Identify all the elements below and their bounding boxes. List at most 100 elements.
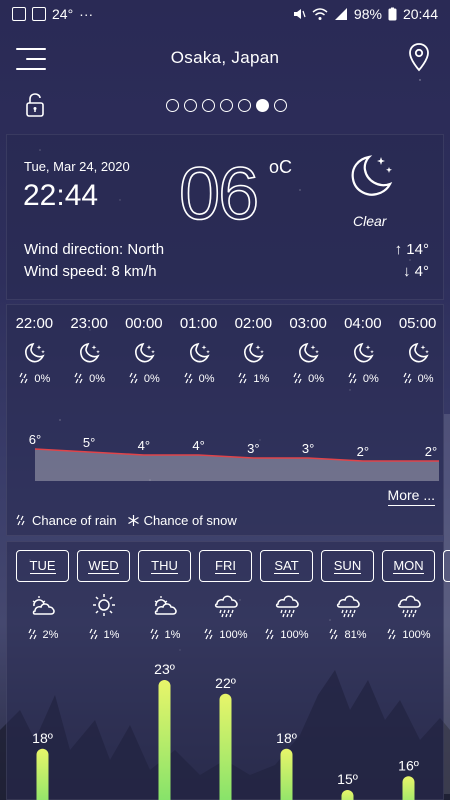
moon-stars-icon <box>134 342 155 363</box>
moon-stars-icon <box>25 342 46 363</box>
rain-cloud-icon <box>275 595 299 618</box>
page-dot[interactable] <box>256 99 269 112</box>
daily-icons-row: 2% 1% 1% 100% 100% 81% 100% <box>16 592 435 641</box>
page-dot[interactable] <box>274 99 287 112</box>
high-temp-label: 15º <box>337 771 358 787</box>
daily-item: 2% <box>16 592 69 641</box>
app-notification-icon <box>32 7 46 21</box>
daily-forecast-card[interactable]: TUE WED THU FRI SAT SUN MON 2% 1% 1% 100% 100% 81% 1… <box>6 541 450 800</box>
hour-temp-label: 6° <box>29 433 41 447</box>
day-rain-chance: 100% <box>386 628 431 641</box>
sun-icon <box>92 594 115 616</box>
day-tab-label: SAT <box>274 557 299 574</box>
rain-percent: 100% <box>280 628 309 641</box>
day-tab-label: THU <box>151 557 178 574</box>
rain-cloud-icon <box>397 595 421 618</box>
day-tab-thu[interactable]: THU <box>138 550 191 582</box>
day-tab-sun[interactable]: SUN <box>321 550 374 582</box>
location-title[interactable]: Osaka, Japan <box>0 48 450 68</box>
rain-percent: 1% <box>164 628 181 641</box>
page-dot[interactable] <box>220 99 233 112</box>
hour-temp-label: 4° <box>138 438 150 453</box>
day-tab-tue[interactable]: TUE <box>16 550 69 582</box>
low-temperature: ↓ 4° <box>402 263 429 280</box>
hour-rain-chance: 0% <box>292 372 324 385</box>
hour-time: 22:00 <box>15 315 54 332</box>
day-tab-label: MON <box>393 557 424 574</box>
signal-icon <box>334 8 347 20</box>
hour-time: 05:00 <box>398 315 437 332</box>
rain-percent: 0% <box>143 372 160 385</box>
high-temp-bar <box>219 693 232 800</box>
legend-snow: Chance of snow <box>127 513 237 528</box>
raindrops-icon <box>16 514 25 526</box>
day-rain-chance: 100% <box>203 628 248 641</box>
page-dot[interactable] <box>166 99 179 112</box>
wifi-icon <box>312 8 328 20</box>
battery-percent: 98% <box>353 6 382 22</box>
day-tab-label: WED <box>88 557 119 574</box>
daily-item: 81% <box>321 592 374 641</box>
rain-cloud-icon <box>336 595 360 618</box>
location-page-indicator[interactable] <box>166 99 287 112</box>
hour-temp-label: 3° <box>247 441 259 456</box>
rain-percent: 0% <box>362 372 379 385</box>
more-button[interactable]: More ... <box>387 487 435 506</box>
raindrops-icon <box>19 372 28 384</box>
day-rain-chance: 81% <box>328 628 367 641</box>
raindrops-icon <box>129 372 138 384</box>
daily-item: 1% <box>138 592 191 641</box>
legend-rain: Chance of rain <box>15 513 117 528</box>
rain-percent: 100% <box>219 628 248 641</box>
hour-rain-chance: 0% <box>183 372 215 385</box>
hour-rain-chance: 0% <box>402 372 434 385</box>
hour-rain-chance: 0% <box>18 372 50 385</box>
page-dot[interactable] <box>184 99 197 112</box>
high-temp-label: 22º <box>215 675 236 691</box>
hourly-item: 04:00 0% <box>336 315 391 385</box>
daily-item: 100% <box>260 592 313 641</box>
legend-snow-label: Chance of snow <box>143 513 237 528</box>
day-tab-fri[interactable]: FRI <box>199 550 252 582</box>
status-temp: 24° <box>52 6 74 22</box>
day-tab-mon[interactable]: MON <box>382 550 435 582</box>
raindrops-icon <box>89 628 98 640</box>
hourly-forecast-card[interactable]: 22:00 0% 23:00 0% 00:00 0% 01:00 0% 02:00 1% 03:00… <box>6 304 444 536</box>
hour-rain-chance: 0% <box>347 372 379 385</box>
day-rain-chance: 1% <box>149 628 181 641</box>
moon-stars-icon <box>299 342 319 363</box>
mute-icon <box>293 9 306 19</box>
wind-direction: Wind direction: North <box>24 241 165 258</box>
daily-item: 100% <box>382 592 435 641</box>
status-more-dots: ··· <box>79 6 94 22</box>
page-dot[interactable] <box>238 99 251 112</box>
hour-rain-chance: 1% <box>237 372 269 385</box>
raindrops-icon <box>329 628 339 640</box>
unlock-icon[interactable] <box>24 92 46 118</box>
high-temperature: ↑ 14° <box>394 241 429 258</box>
day-tabs: TUE WED THU FRI SAT SUN MON <box>16 550 450 582</box>
rain-percent: 1% <box>103 628 120 641</box>
rain-percent: 2% <box>42 628 59 641</box>
temperature-unit: oC <box>269 157 293 177</box>
map-pin-icon[interactable] <box>408 42 430 72</box>
day-tab-label: FRI <box>215 557 236 574</box>
raindrops-icon <box>74 372 83 384</box>
high-temp-label: 18º <box>276 730 297 746</box>
rain-percent: 0% <box>417 372 434 385</box>
legend-rain-label: Chance of rain <box>32 513 117 528</box>
hour-rain-chance: 0% <box>73 372 105 385</box>
raindrops-icon <box>204 628 213 640</box>
day-rain-chance: 100% <box>264 628 309 641</box>
day-tab-sat[interactable]: SAT <box>260 550 313 582</box>
temperature-area <box>35 449 439 481</box>
hour-temp-label: 5° <box>83 435 95 450</box>
moon-stars-icon <box>351 155 393 196</box>
hour-time: 00:00 <box>125 315 163 332</box>
page-dot[interactable] <box>202 99 215 112</box>
day-tab-wed[interactable]: WED <box>77 550 130 582</box>
rain-cloud-icon <box>214 595 238 618</box>
hourly-item: 00:00 0% <box>117 315 172 385</box>
scroll-edge[interactable] <box>444 414 450 794</box>
moon-stars-icon <box>408 342 429 363</box>
